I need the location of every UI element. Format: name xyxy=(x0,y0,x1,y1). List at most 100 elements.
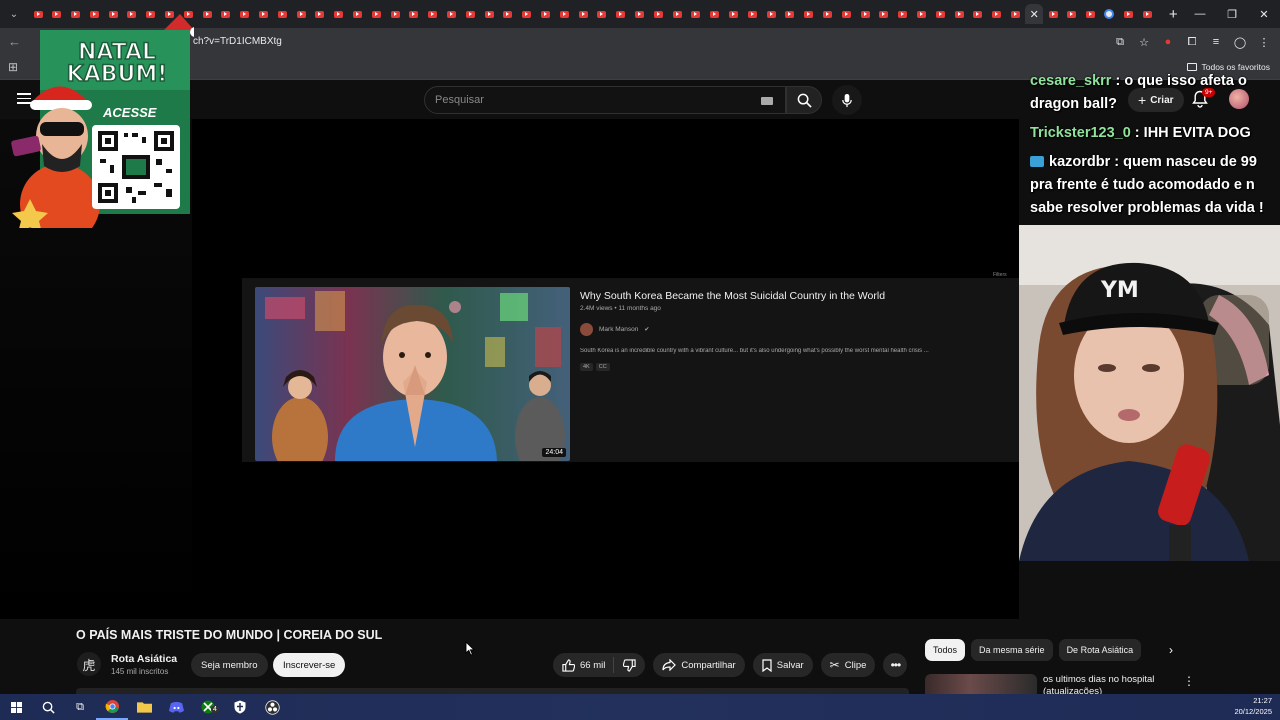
recommendation-title[interactable]: os ultimos dias no hospital (atualizaçõe… xyxy=(1043,674,1173,694)
chip-from-channel[interactable]: De Rota Asiática xyxy=(1058,639,1142,661)
like-button[interactable]: 66 mil xyxy=(553,657,615,673)
browser-tab[interactable] xyxy=(461,4,479,24)
browser-tab[interactable] xyxy=(743,4,761,24)
browser-tab[interactable] xyxy=(518,4,536,24)
taskbar-search-button[interactable] xyxy=(32,694,64,720)
like-dislike-bar: 66 mil xyxy=(553,653,646,677)
voice-search-button[interactable] xyxy=(832,85,862,115)
browser-tab[interactable] xyxy=(555,4,573,24)
browser-tab[interactable] xyxy=(386,4,404,24)
browser-tab[interactable] xyxy=(856,4,874,24)
dislike-button[interactable] xyxy=(614,658,645,672)
browser-tab[interactable] xyxy=(236,4,254,24)
browser-tab[interactable] xyxy=(424,4,442,24)
browser-tab[interactable] xyxy=(950,4,968,24)
browser-tab[interactable] xyxy=(706,4,724,24)
video-thumbnail[interactable]: 24:04 xyxy=(255,287,570,461)
browser-tab[interactable] xyxy=(499,4,517,24)
browser-tab[interactable] xyxy=(969,4,987,24)
chrome-taskbar-button[interactable] xyxy=(96,694,128,720)
browser-tab[interactable] xyxy=(612,4,630,24)
browser-tab[interactable] xyxy=(537,4,555,24)
browser-tab[interactable] xyxy=(931,4,949,24)
close-tab-icon[interactable]: ✕ xyxy=(1025,8,1043,21)
browser-tab[interactable] xyxy=(311,4,329,24)
browser-tab[interactable] xyxy=(1082,4,1100,24)
restore-button[interactable]: ❐ xyxy=(1216,0,1248,28)
address-bar[interactable]: ch?v=TrD1ICMBXtg xyxy=(193,36,282,47)
browser-tab[interactable] xyxy=(837,4,855,24)
channel-avatar[interactable]: 虎 xyxy=(77,652,101,676)
close-window-button[interactable]: ✕ xyxy=(1248,0,1280,28)
file-explorer-button[interactable] xyxy=(128,694,160,720)
xbox-button[interactable]: 4 xyxy=(192,694,224,720)
media-controls-icon[interactable]: ≡ xyxy=(1206,32,1226,52)
browser-tab[interactable] xyxy=(1100,4,1118,24)
start-button[interactable] xyxy=(0,694,32,720)
browser-tab[interactable] xyxy=(1044,4,1062,24)
chip-all[interactable]: Todos xyxy=(925,639,966,661)
browser-tab[interactable] xyxy=(292,4,310,24)
profile-icon[interactable]: ◯ xyxy=(1230,32,1250,52)
share-button[interactable]: Compartilhar xyxy=(653,653,745,677)
browser-tab[interactable] xyxy=(631,4,649,24)
embedded-channel[interactable]: Mark Manson ✔ xyxy=(580,323,649,336)
security-app-button[interactable] xyxy=(224,694,256,720)
new-tab-button[interactable]: + xyxy=(1169,6,1178,23)
browser-tab[interactable] xyxy=(593,4,611,24)
join-button[interactable]: Seja membro xyxy=(191,653,268,677)
chip-same-series[interactable]: Da mesma série xyxy=(971,639,1053,661)
browser-tab[interactable] xyxy=(649,4,667,24)
browser-tab[interactable] xyxy=(912,4,930,24)
search-button[interactable] xyxy=(786,86,822,114)
browser-tab[interactable] xyxy=(1006,4,1024,24)
browser-tab[interactable] xyxy=(198,4,216,24)
browser-tab[interactable] xyxy=(875,4,893,24)
browser-tab[interactable] xyxy=(255,4,273,24)
browser-tab[interactable] xyxy=(988,4,1006,24)
browser-tab[interactable] xyxy=(1063,4,1081,24)
browser-tab[interactable] xyxy=(894,4,912,24)
browser-tab[interactable] xyxy=(818,4,836,24)
save-button[interactable]: Salvar xyxy=(752,653,813,677)
browser-tab[interactable] xyxy=(781,4,799,24)
embedded-video-title[interactable]: Why South Korea Became the Most Suicidal… xyxy=(580,290,885,302)
browser-tab[interactable] xyxy=(480,4,498,24)
browser-tab[interactable] xyxy=(349,4,367,24)
more-vertical-icon[interactable]: ⋮ xyxy=(1183,674,1195,688)
channel-name[interactable]: Rota Asiática xyxy=(111,653,177,665)
subscribe-button[interactable]: Inscrever-se xyxy=(273,653,346,677)
browser-tab[interactable] xyxy=(668,4,686,24)
chevron-right-icon[interactable]: › xyxy=(1169,643,1173,657)
browser-tab[interactable] xyxy=(330,4,348,24)
browser-tab[interactable] xyxy=(273,4,291,24)
search-input[interactable]: Pesquisar xyxy=(424,86,786,114)
install-app-icon[interactable]: ⧉ xyxy=(1110,32,1130,52)
browser-tab[interactable] xyxy=(800,4,818,24)
browser-tab[interactable]: ✕ xyxy=(1025,4,1044,24)
browser-tab[interactable] xyxy=(443,4,461,24)
system-clock[interactable]: 21:27 20/12/2025 xyxy=(1234,695,1272,717)
recommendation-thumbnail[interactable] xyxy=(925,674,1037,694)
obs-button[interactable] xyxy=(256,694,288,720)
browser-tab[interactable] xyxy=(1119,4,1137,24)
browser-tab[interactable] xyxy=(217,4,235,24)
extensions-puzzle-icon[interactable]: ⧠ xyxy=(1182,32,1202,52)
clip-button[interactable]: ✂ Clipe xyxy=(820,653,876,677)
minimize-button[interactable]: — xyxy=(1184,0,1216,28)
browser-tab[interactable] xyxy=(687,4,705,24)
chat-username: cesare_skrr xyxy=(1030,73,1112,89)
keyboard-icon[interactable] xyxy=(761,97,773,105)
task-view-button[interactable]: ⧉ xyxy=(64,694,96,720)
browser-tab[interactable] xyxy=(367,4,385,24)
browser-tab[interactable] xyxy=(574,4,592,24)
bookmark-star-icon[interactable]: ☆ xyxy=(1134,32,1154,52)
browser-menu-icon[interactable]: ⋮ xyxy=(1254,32,1274,52)
browser-tab[interactable] xyxy=(762,4,780,24)
browser-tab[interactable] xyxy=(405,4,423,24)
extension-red-icon[interactable]: ● xyxy=(1158,32,1178,52)
browser-tab[interactable] xyxy=(1138,4,1156,24)
browser-tab[interactable] xyxy=(724,4,742,24)
discord-button[interactable] xyxy=(160,694,192,720)
more-actions-button[interactable]: ••• xyxy=(883,653,908,677)
